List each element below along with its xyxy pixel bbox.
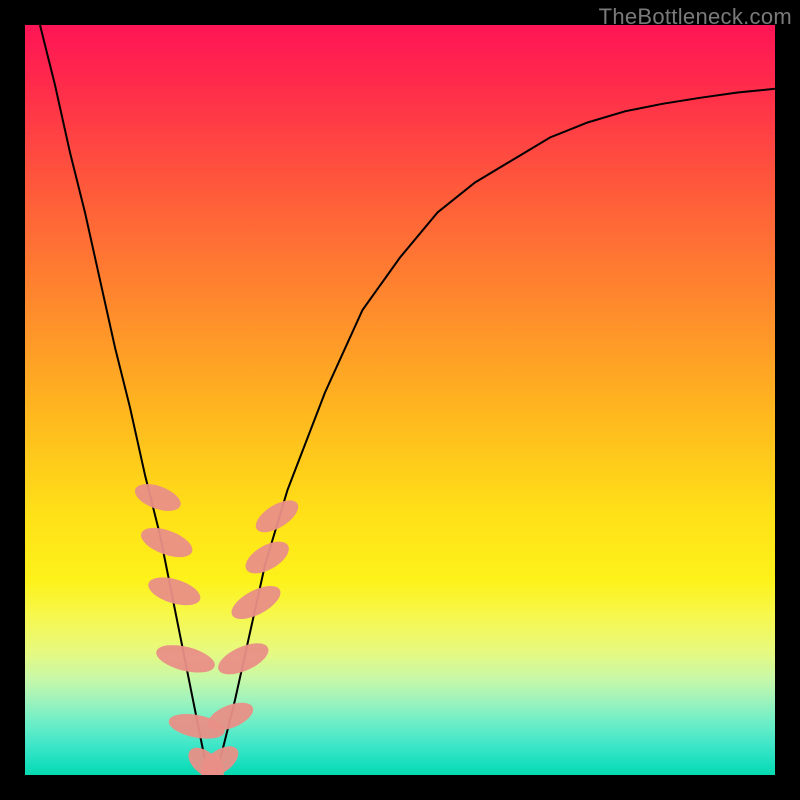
chart-svg — [25, 25, 775, 775]
data-marker — [240, 535, 294, 580]
data-marker — [227, 579, 286, 626]
data-marker — [251, 494, 304, 539]
chart-frame: TheBottleneck.com — [0, 0, 800, 800]
data-marker — [153, 640, 217, 678]
plot-area — [25, 25, 775, 775]
data-marker — [137, 522, 196, 563]
data-marker — [214, 637, 273, 681]
curve-line — [40, 25, 775, 775]
data-marker — [131, 479, 184, 517]
